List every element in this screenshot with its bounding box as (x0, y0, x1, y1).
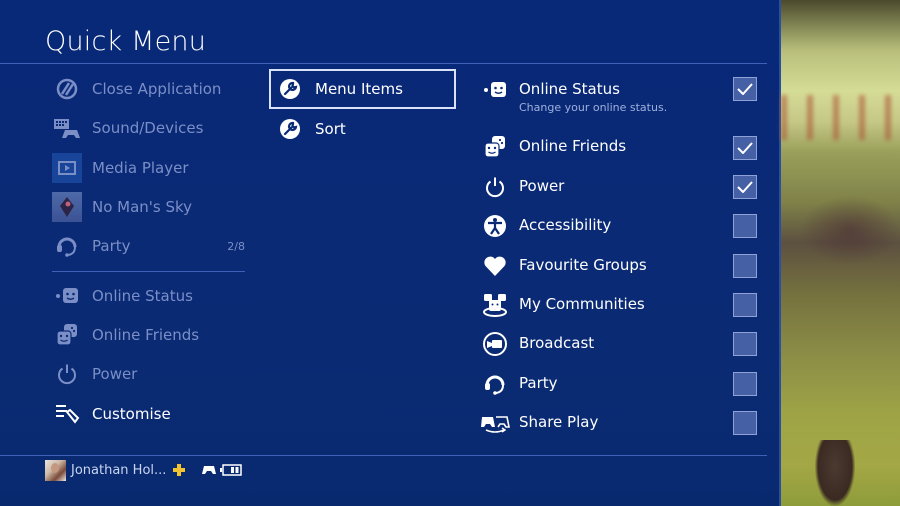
ps-plus-icon (172, 463, 186, 477)
controller-icon (202, 465, 217, 475)
accessibility-icon (480, 213, 510, 239)
online-friends-checkbox[interactable] (733, 136, 757, 160)
footer-divider (0, 455, 767, 456)
headset-icon (52, 231, 82, 261)
online-friends-icon (52, 320, 82, 350)
online-status-icon (480, 77, 510, 103)
communities-icon (480, 292, 510, 318)
media-player-icon (52, 153, 82, 183)
game-background-shadow (800, 195, 900, 265)
party-member-count: 2/8 (227, 239, 245, 253)
left-menu-customise[interactable]: Customise (52, 398, 245, 430)
left-menu-label: Power (92, 365, 138, 383)
left-menu-divider (52, 271, 245, 272)
game-background-rock (815, 440, 855, 506)
menu-item-label: Broadcast (519, 334, 595, 352)
page-title: Quick Menu (45, 26, 207, 57)
close-application-icon (52, 74, 82, 104)
favourite-groups-checkbox[interactable] (733, 254, 757, 278)
power-icon (52, 359, 82, 389)
sound-devices-icon (52, 113, 82, 143)
left-menu-label: Party (92, 237, 131, 255)
game-thumbnail (52, 192, 82, 222)
checkmark-icon (737, 83, 753, 95)
broadcast-checkbox[interactable] (733, 332, 757, 356)
left-menu-media-player[interactable]: Media Player (52, 152, 245, 184)
username: Jonathan Hol... (71, 462, 167, 478)
avatar (45, 459, 66, 481)
left-menu-online-status[interactable]: Online Status (52, 280, 245, 312)
menu-item-label: Share Play (519, 413, 599, 431)
left-menu-label: Close Application (92, 80, 222, 98)
menu-item-my-communities: My Communities (480, 292, 760, 318)
menu-item-favourite-groups: Favourite Groups (480, 253, 760, 279)
left-menu-label: Sound/Devices (92, 119, 204, 137)
power-icon (480, 174, 510, 200)
left-menu-online-friends[interactable]: Online Friends (52, 319, 245, 351)
left-menu-power[interactable]: Power (52, 358, 245, 390)
customise-icon (52, 399, 82, 429)
party-checkbox[interactable] (733, 372, 757, 396)
menu-item-share-play: Share Play (480, 410, 760, 436)
battery-icon (220, 464, 243, 476)
heart-icon (480, 253, 510, 279)
left-menu-label: Online Friends (92, 326, 200, 344)
menu-item-label: Online Status (519, 80, 620, 98)
power-checkbox[interactable] (733, 175, 757, 199)
menu-item-online-status: Online Status Change your online status. (480, 77, 760, 114)
menu-item-power: Power (480, 174, 760, 200)
wrench-icon (278, 77, 302, 101)
online-status-checkbox[interactable] (733, 77, 757, 101)
left-menu-label: Online Status (92, 287, 193, 305)
customise-menu-label: Sort (315, 120, 346, 138)
online-friends-icon (480, 134, 510, 160)
accessibility-checkbox[interactable] (733, 214, 757, 238)
left-menu-label: No Man's Sky (92, 198, 193, 216)
customise-sort[interactable]: Sort (269, 109, 456, 149)
menu-item-broadcast: Broadcast (480, 331, 760, 357)
online-status-icon (52, 281, 82, 311)
left-menu-close-application[interactable]: Close Application (52, 73, 245, 105)
headset-icon (480, 371, 510, 397)
checkmark-icon (737, 142, 753, 154)
menu-item-description: Change your online status. (519, 101, 668, 114)
menu-item-party: Party (480, 371, 760, 397)
menu-item-label: Party (519, 374, 558, 392)
menu-item-label: Power (519, 177, 565, 195)
menu-item-online-friends: Online Friends (480, 134, 760, 160)
wrench-icon (278, 117, 302, 141)
menu-item-accessibility: Accessibility (480, 213, 760, 239)
my-communities-checkbox[interactable] (733, 293, 757, 317)
left-menu-label: Media Player (92, 159, 189, 177)
menu-item-label: Accessibility (519, 216, 612, 234)
checkmark-icon (737, 181, 753, 193)
left-menu-label: Customise (92, 405, 171, 423)
customise-menu-label: Menu Items (315, 80, 403, 98)
menu-item-label: My Communities (519, 295, 645, 313)
game-background-trees (781, 95, 900, 140)
left-menu-sound-devices[interactable]: Sound/Devices (52, 112, 245, 144)
user-status-bar: Jonathan Hol... (45, 459, 243, 481)
menu-item-label: Favourite Groups (519, 256, 647, 274)
share-play-checkbox[interactable] (733, 411, 757, 435)
header-divider (0, 63, 767, 64)
customise-menu-items[interactable]: Menu Items (269, 69, 456, 109)
broadcast-icon (480, 331, 510, 357)
share-play-icon (480, 410, 510, 436)
left-menu-party[interactable]: Party 2/8 (52, 230, 245, 262)
left-menu-no-mans-sky[interactable]: No Man's Sky (52, 191, 245, 223)
menu-item-label: Online Friends (519, 137, 627, 155)
